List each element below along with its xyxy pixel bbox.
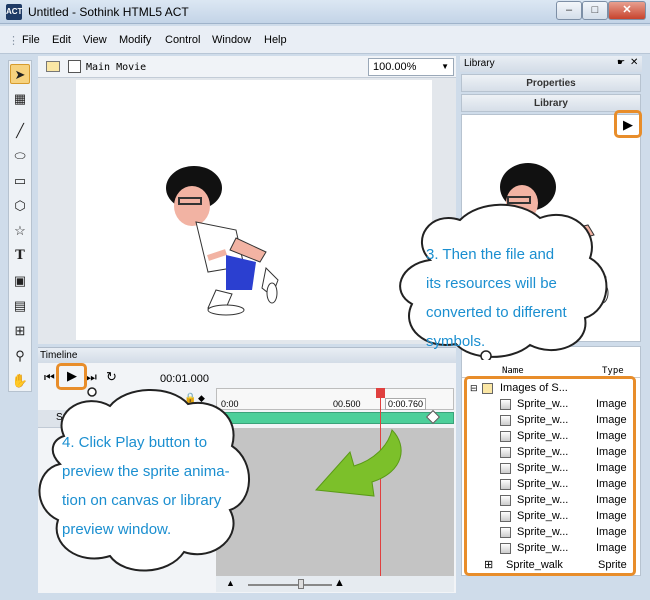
- menu-window[interactable]: Window: [212, 34, 251, 46]
- transform-icon[interactable]: ▦: [10, 89, 30, 109]
- column-name[interactable]: Name: [502, 366, 524, 376]
- hand-tool-icon[interactable]: ✋: [10, 371, 30, 391]
- line-tool-icon[interactable]: ╱: [10, 121, 30, 141]
- star-tool-icon[interactable]: ☆: [10, 221, 30, 241]
- select-arrow-icon[interactable]: ➤: [10, 64, 30, 84]
- menu-bar: ⋮ File Edit View Modify Control Window H…: [0, 26, 650, 54]
- rectangle-tool-icon[interactable]: ▭: [10, 171, 30, 191]
- close-button[interactable]: ✕: [608, 1, 646, 20]
- loop-icon[interactable]: ↻: [106, 369, 117, 385]
- timeline-title: Timeline: [40, 350, 78, 361]
- menu-file[interactable]: File: [22, 34, 40, 46]
- panel-close-icon[interactable]: ✕: [630, 57, 638, 68]
- menu-grip: ⋮: [8, 35, 19, 47]
- highlight-preview-play: [614, 110, 642, 138]
- text-tool-icon[interactable]: T: [10, 246, 30, 266]
- menu-view[interactable]: View: [83, 34, 107, 46]
- menu-edit[interactable]: Edit: [52, 34, 71, 46]
- highlight-library-list: [464, 376, 636, 576]
- zoom-tool-icon[interactable]: ⚲: [10, 346, 30, 366]
- menu-modify[interactable]: Modify: [119, 34, 151, 46]
- library-panel-header: Library ☛ ✕: [460, 56, 642, 72]
- next-frame-icon[interactable]: ⏭: [86, 370, 97, 385]
- callout-line: preview the sprite anima-: [62, 463, 230, 480]
- callout-line: 3. Then the file and: [426, 246, 555, 263]
- callout-line: tion on canvas or library: [62, 492, 222, 509]
- callout-line: its resources will be: [426, 275, 557, 292]
- zoom-select[interactable]: 100.00% ▼: [368, 58, 454, 76]
- menu-control[interactable]: Control: [165, 34, 200, 46]
- library-panel-title: Library: [464, 58, 495, 69]
- ruler-current-label: 0:00.760: [385, 398, 427, 410]
- menu-help[interactable]: Help: [264, 34, 287, 46]
- ellipse-tool-icon[interactable]: ⬭: [10, 146, 30, 166]
- callout-line: symbols.: [426, 333, 486, 350]
- tab-library[interactable]: Library: [461, 94, 641, 112]
- app-icon: ACT: [6, 4, 22, 20]
- zoom-in-icon[interactable]: ▲: [334, 577, 345, 589]
- playhead-handle[interactable]: [376, 388, 385, 398]
- zoom-slider-track[interactable]: [248, 584, 332, 586]
- chevron-down-icon: ▼: [441, 62, 449, 71]
- scene-name: Main Movie: [86, 62, 147, 73]
- tab-properties[interactable]: Properties: [461, 74, 641, 92]
- callout-line: preview window.: [62, 521, 172, 538]
- pin-icon[interactable]: ☛: [617, 57, 625, 68]
- callout-step4-text: 4. Click Play button to preview the spri…: [62, 428, 230, 544]
- rewind-icon[interactable]: ⏮: [44, 370, 55, 385]
- scene-icon[interactable]: [68, 60, 81, 73]
- component-tool-icon[interactable]: ▤: [10, 296, 30, 316]
- highlight-play-button: [56, 363, 87, 390]
- column-type[interactable]: Type: [602, 366, 624, 376]
- zoom-slider-thumb[interactable]: [298, 579, 304, 589]
- arrow-graphic: [314, 429, 402, 497]
- minimize-button[interactable]: –: [556, 1, 582, 20]
- callout-line: 4. Click Play button to: [62, 434, 208, 451]
- toolbox: ➤ ▦ ╱ ⬭ ▭ ⬡ ☆ T ▣ ▤ ⊞ ⚲ ✋: [8, 60, 32, 392]
- polygon-tool-icon[interactable]: ⬡: [10, 196, 30, 216]
- folder-icon[interactable]: [46, 61, 60, 72]
- window-title: Untitled - Sothink HTML5 ACT: [28, 5, 189, 19]
- symbol-tool-icon[interactable]: ⊞: [10, 321, 30, 341]
- canvas[interactable]: [76, 80, 432, 340]
- callout-step3-text: 3. Then the file and its resources will …: [426, 240, 567, 356]
- ruler-label: 00.500: [333, 399, 361, 409]
- sprite-character: [166, 166, 279, 316]
- callout-line: converted to different: [426, 304, 567, 321]
- maximize-button[interactable]: □: [582, 1, 608, 20]
- zoom-value: 100.00%: [373, 61, 417, 73]
- image-tool-icon[interactable]: ▣: [10, 271, 30, 291]
